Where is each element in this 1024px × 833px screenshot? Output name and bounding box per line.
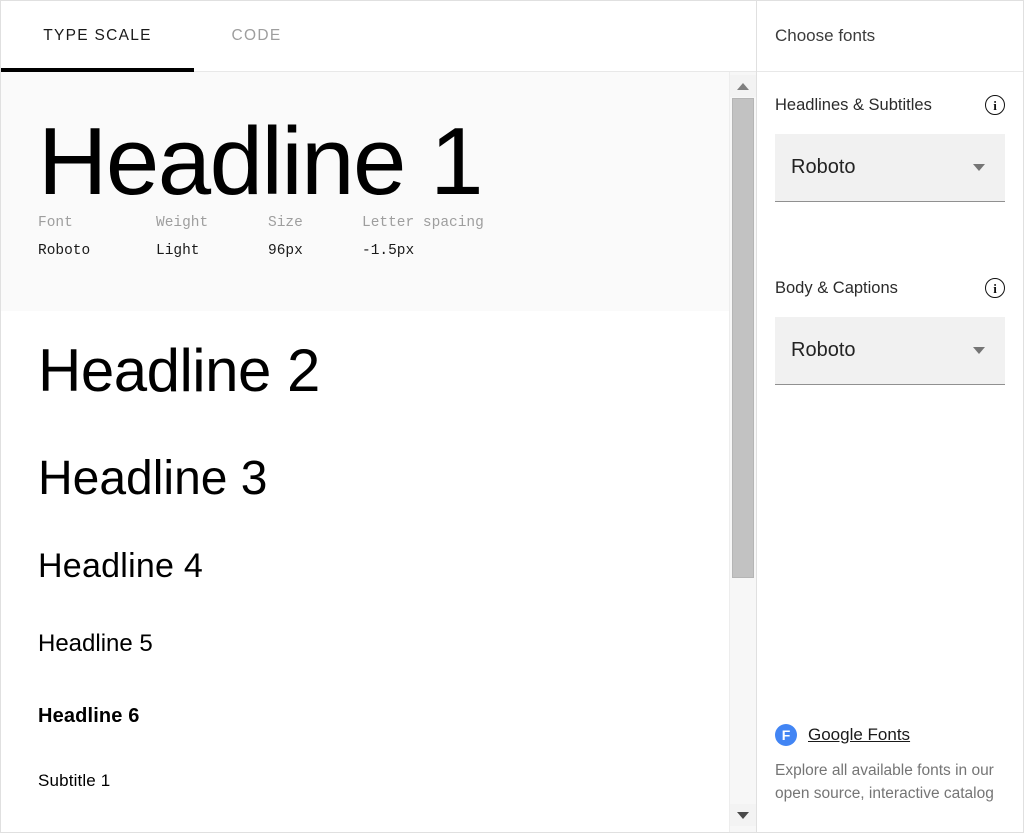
tab-type-scale-label: TYPE SCALE [43, 27, 152, 44]
info-icon-headlines[interactable]: i [985, 95, 1005, 115]
chevron-down-icon [973, 164, 985, 171]
metadata-column-font: Font Roboto [38, 210, 156, 264]
chevron-down-icon [973, 347, 985, 354]
main-panel: TYPE SCALE CODE Headline 1 Font Roboto W… [0, 0, 756, 833]
tab-code[interactable]: CODE [194, 1, 319, 72]
field-group-headlines: Headlines & Subtitles i Roboto [775, 91, 1005, 202]
sidebar-title: Choose fonts [775, 26, 876, 45]
specimen-sample-headline-4: Headline 4 [38, 547, 204, 585]
field-label-headlines: Headlines & Subtitles [775, 95, 932, 114]
specimen-sample-subtitle-1: Subtitle 1 [38, 771, 111, 790]
specimen-row-headline-6[interactable]: Headline 6 [1, 684, 729, 752]
font-select-body[interactable]: Roboto [775, 317, 1005, 385]
metadata-label-font: Font [38, 215, 73, 231]
field-group-body: Body & Captions i Roboto [775, 274, 1005, 385]
specimen-scroll-area: Headline 1 Font Roboto Weight Light Size [1, 72, 756, 832]
specimen-row-subtitle-1[interactable]: Subtitle 1 [1, 752, 729, 812]
google-fonts-promo: F Google Fonts Explore all available fon… [775, 723, 1005, 806]
specimen-sample-headline-5: Headline 5 [38, 630, 153, 657]
metadata-label-size: Size [268, 215, 303, 231]
scroll-down-button[interactable] [730, 804, 756, 826]
font-select-body-value: Roboto [791, 339, 856, 361]
triangle-up-icon [737, 82, 749, 90]
specimen-sample-headline-3: Headline 3 [38, 452, 268, 505]
tab-type-scale[interactable]: TYPE SCALE [1, 1, 194, 72]
specimen-list: Headline 1 Font Roboto Weight Light Size [1, 72, 729, 832]
specimen-row-headline-3[interactable]: Headline 3 [1, 430, 729, 528]
tab-bar: TYPE SCALE CODE [1, 1, 756, 72]
font-select-headlines-value: Roboto [791, 156, 856, 178]
specimen-row-headline-2[interactable]: Headline 2 [1, 311, 729, 430]
scroll-up-button[interactable] [730, 75, 756, 97]
google-fonts-link[interactable]: Google Fonts [808, 725, 910, 745]
field-label-body: Body & Captions [775, 278, 898, 297]
field-header-body: Body & Captions i [775, 274, 1005, 302]
sidebar-header: Choose fonts [757, 1, 1023, 72]
google-fonts-link-row[interactable]: F Google Fonts [775, 723, 1005, 746]
info-icon-body[interactable]: i [985, 278, 1005, 298]
specimen-row-headline-5[interactable]: Headline 5 [1, 606, 729, 684]
scrollbar-thumb[interactable] [732, 98, 754, 578]
specimen-metadata: Font Roboto Weight Light Size 96px Lette… [38, 210, 729, 278]
choose-fonts-sidebar: Choose fonts Headlines & Subtitles i Rob… [756, 0, 1024, 833]
google-fonts-description: Explore all available fonts in our open … [775, 761, 994, 803]
field-header-headlines: Headlines & Subtitles i [775, 91, 1005, 119]
metadata-value-letter-spacing: -1.5px [362, 242, 415, 259]
type-scale-app: TYPE SCALE CODE Headline 1 Font Roboto W… [0, 0, 1024, 833]
sidebar-body: Headlines & Subtitles i Roboto Body & Ca… [757, 72, 1023, 832]
tab-code-label: CODE [231, 27, 282, 44]
triangle-down-icon [737, 811, 749, 819]
metadata-label-weight: Weight [156, 215, 209, 231]
specimen-sample-headline-6: Headline 6 [38, 705, 140, 727]
vertical-scrollbar[interactable] [729, 72, 756, 832]
specimen-row-headline-4[interactable]: Headline 4 [1, 528, 729, 606]
specimen-row-headline-1[interactable]: Headline 1 Font Roboto Weight Light Size [1, 72, 729, 311]
metadata-label-letter-spacing: Letter spacing [362, 215, 484, 231]
metadata-column-size: Size 96px [268, 210, 362, 264]
specimen-sample-headline-1: Headline 1 [38, 108, 484, 215]
metadata-value-size: 96px [268, 242, 303, 259]
font-select-headlines[interactable]: Roboto [775, 134, 1005, 202]
metadata-value-font: Roboto [38, 242, 91, 259]
metadata-value-weight: Light [156, 242, 200, 259]
metadata-column-weight: Weight Light [156, 210, 268, 264]
metadata-column-letter-spacing: Letter spacing -1.5px [362, 210, 522, 264]
google-fonts-logo-icon: F [775, 723, 797, 746]
specimen-sample-headline-2: Headline 2 [38, 337, 320, 404]
